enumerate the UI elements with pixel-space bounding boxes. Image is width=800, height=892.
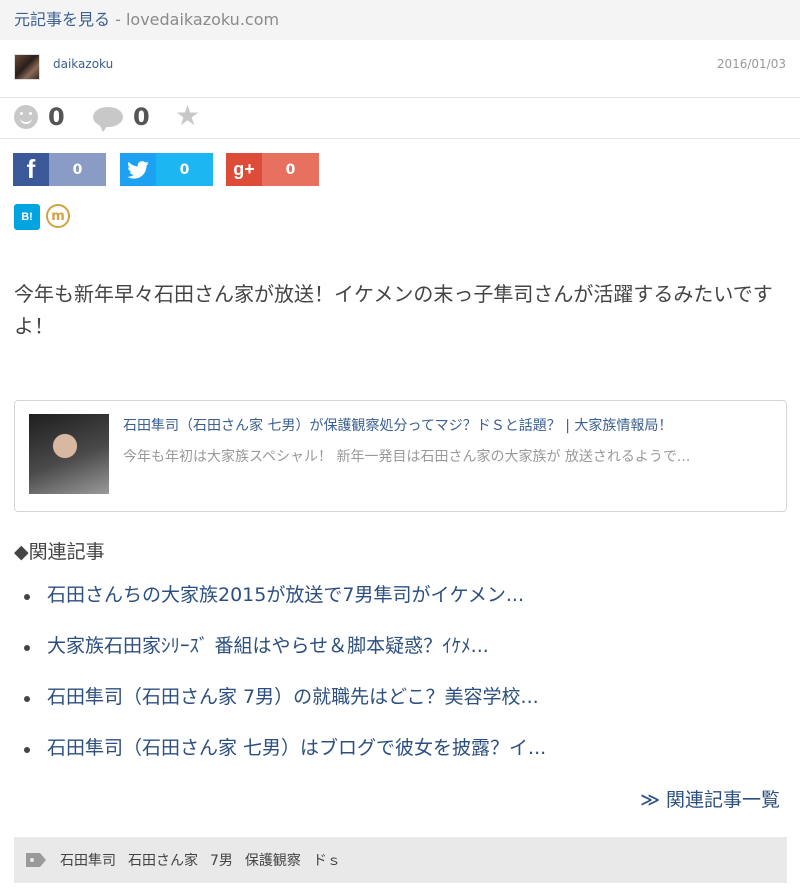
comment-icon[interactable]	[93, 107, 123, 132]
post-date: 2016/01/03	[716, 57, 786, 71]
comment-count: 0	[133, 103, 150, 131]
source-line: 元記事を見る - lovedaikazoku.com	[14, 6, 279, 30]
article-lead: 今年も新年早々石田さん家が放送！イケメンの末っ子隼司さんが活躍するみたいですよ！	[14, 282, 773, 338]
list-item: 大家族石田家ｼﾘｰｽﾞ 番組はやらせ＆脚本疑惑？ｲｹﾒ...	[0, 631, 800, 682]
card-thumbnail[interactable]	[29, 414, 109, 494]
facebook-share-button[interactable]: f 0	[13, 153, 106, 186]
source-domain: lovedaikazoku.com	[125, 10, 280, 29]
card-title[interactable]: 石田隼司（石田さん家 七男）が保護観察処分ってマジ？ドＳと話題？ | 大家族情報…	[123, 415, 773, 435]
card-description: 今年も年初は大家族スペシャル！ 新年一発目は石田さん家の大家族が 放送されるよう…	[123, 449, 691, 465]
source-link[interactable]: 元記事を見る	[14, 10, 110, 29]
favorite-stat[interactable]: ★	[175, 102, 200, 130]
tag-item[interactable]: 7男	[210, 850, 233, 870]
facebook-icon: f	[13, 153, 49, 186]
googleplus-icon: g+	[226, 153, 262, 186]
star-icon[interactable]: ★	[175, 102, 200, 130]
related-link[interactable]: 石田隼司（石田さん家 七男）はブログで彼女を披露？イ...	[47, 733, 546, 760]
twitter-share-count: 0	[156, 153, 213, 186]
facebook-share-count: 0	[49, 153, 106, 186]
bullet-icon	[24, 747, 30, 753]
tag-item[interactable]: 石田隼司	[60, 850, 116, 870]
like-stat[interactable]: 0	[14, 103, 65, 131]
tag-item[interactable]: 石田さん家	[128, 850, 198, 870]
bullet-icon	[24, 594, 30, 600]
link-card[interactable]: 石田隼司（石田さん家 七男）が保護観察処分ってマジ？ドＳと話題？ | 大家族情報…	[14, 400, 787, 512]
stats-row: 0 0 ★	[0, 98, 800, 139]
source-separator: -	[110, 10, 126, 29]
related-link[interactable]: 石田隼司（石田さん家 7男）の就職先はどこ？美容学校...	[47, 682, 539, 709]
author-name[interactable]: daikazoku	[53, 57, 113, 71]
bullet-icon	[24, 645, 30, 651]
tag-bar: 石田隼司 石田さん家 7男 保護観察 ドｓ	[14, 837, 787, 883]
mixi-check-icon[interactable]: m	[46, 204, 70, 228]
tag-icon	[26, 853, 46, 867]
author-row: daikazoku 2016/01/03	[0, 40, 800, 98]
related-heading: ◆関連記事	[14, 541, 105, 563]
list-item: 石田さんちの大家族2015が放送で7男隼司がイケメン...	[0, 580, 800, 631]
smile-icon[interactable]	[14, 105, 38, 129]
twitter-share-button[interactable]: 0	[120, 153, 213, 186]
comment-stat[interactable]: 0	[93, 103, 150, 132]
related-more-link[interactable]: ≫ 関連記事一覧	[640, 785, 780, 812]
list-item: 石田隼司（石田さん家 7男）の就職先はどこ？美容学校...	[0, 682, 800, 733]
related-link[interactable]: 石田さんちの大家族2015が放送で7男隼司がイケメン...	[47, 580, 524, 607]
tag-item[interactable]: 保護観察	[245, 850, 301, 870]
googleplus-share-button[interactable]: g+ 0	[226, 153, 319, 186]
source-bar: 元記事を見る - lovedaikazoku.com	[0, 0, 800, 40]
hatena-bookmark-icon[interactable]: B!	[14, 204, 40, 230]
twitter-bird-icon	[120, 153, 156, 186]
googleplus-share-count: 0	[262, 153, 319, 186]
related-list: 石田さんちの大家族2015が放送で7男隼司がイケメン... 大家族石田家ｼﾘｰｽ…	[0, 580, 800, 784]
like-count: 0	[48, 103, 65, 131]
bullet-icon	[24, 696, 30, 702]
tag-item[interactable]: ドｓ	[313, 850, 341, 870]
avatar[interactable]	[14, 54, 40, 80]
related-link[interactable]: 大家族石田家ｼﾘｰｽﾞ 番組はやらせ＆脚本疑惑？ｲｹﾒ...	[47, 631, 489, 658]
list-item: 石田隼司（石田さん家 七男）はブログで彼女を披露？イ...	[0, 733, 800, 784]
